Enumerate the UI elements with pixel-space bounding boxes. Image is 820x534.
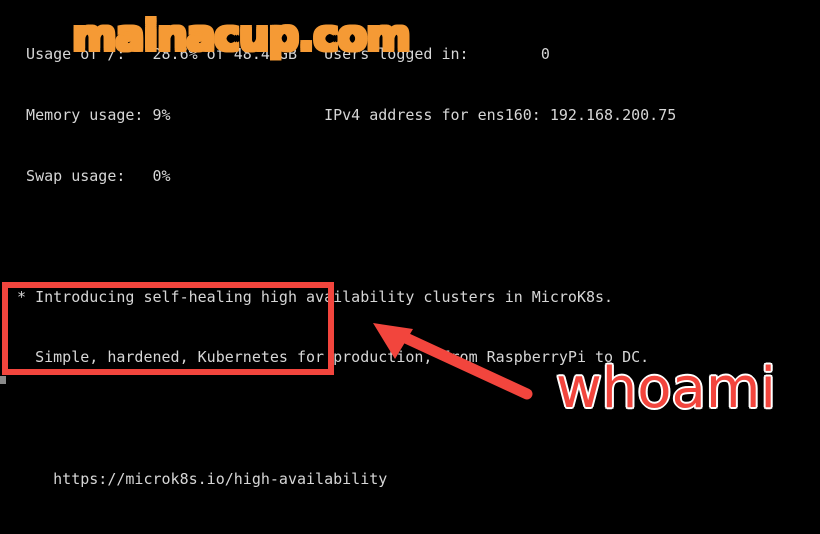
scrollbar-nub[interactable]	[0, 376, 6, 384]
terminal-line: Memory usage: 9% IPv4 address for ens160…	[8, 106, 677, 124]
terminal-line: Swap usage: 0%	[8, 166, 171, 185]
terminal-screenshot: Usage of /: 28.6% of 48.47GB Users logge…	[0, 0, 820, 534]
terminal-output[interactable]: Usage of /: 28.6% of 48.47GB Users logge…	[0, 0, 820, 534]
terminal-line: Usage of /: 28.6% of 48.47GB Users logge…	[8, 45, 550, 64]
terminal-line: * Introducing self-healing high availabi…	[8, 287, 614, 306]
terminal-line-link[interactable]: https://microk8s.io/high-availability	[0, 469, 820, 489]
terminal-line: Simple, hardened, Kubernetes for product…	[8, 348, 650, 367]
